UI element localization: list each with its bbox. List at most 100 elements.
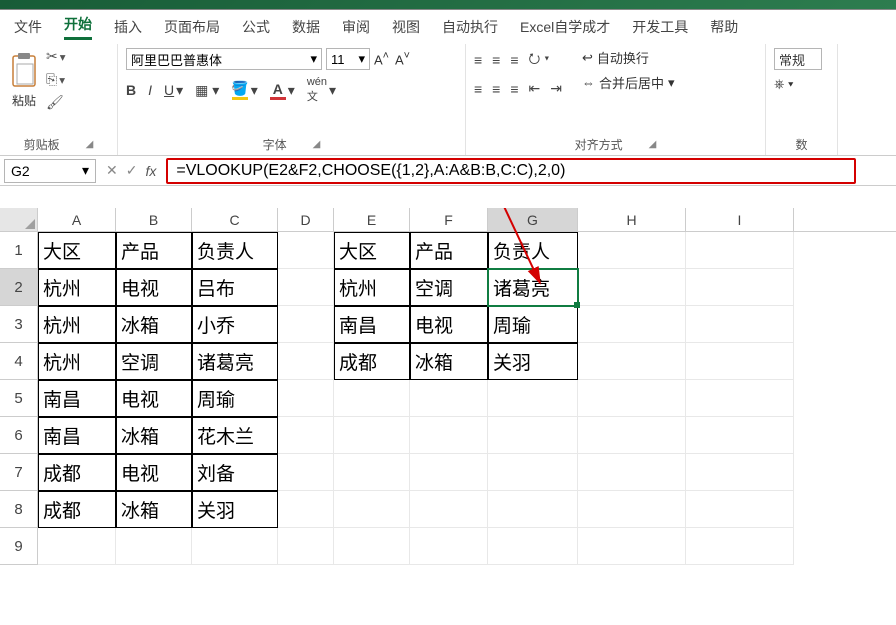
tab-file[interactable]: 文件: [14, 17, 42, 37]
cell[interactable]: 电视: [410, 306, 488, 343]
tab-dev[interactable]: 开发工具: [632, 17, 688, 37]
row-header[interactable]: 7: [0, 454, 38, 491]
cell[interactable]: 负责人: [488, 232, 578, 269]
wrap-text-button[interactable]: ↩自动换行: [582, 48, 675, 67]
cell[interactable]: 大区: [38, 232, 116, 269]
align-left-button[interactable]: ≡: [474, 80, 482, 97]
tab-insert[interactable]: 插入: [114, 17, 142, 37]
format-painter-button[interactable]: 🖌: [46, 94, 66, 111]
active-cell[interactable]: 诸葛亮: [488, 269, 578, 306]
cell[interactable]: 南昌: [38, 380, 116, 417]
currency-button[interactable]: ⎈ ▾: [774, 76, 793, 92]
cell[interactable]: [488, 454, 578, 491]
row-header[interactable]: 5: [0, 380, 38, 417]
cut-button[interactable]: ✂ ▾: [46, 48, 66, 65]
cell[interactable]: [686, 306, 794, 343]
cell[interactable]: [686, 343, 794, 380]
cell[interactable]: 小乔: [192, 306, 278, 343]
cell[interactable]: 关羽: [488, 343, 578, 380]
col-header[interactable]: I: [686, 208, 794, 231]
cell[interactable]: [278, 528, 334, 565]
tab-auto[interactable]: 自动执行: [442, 17, 498, 37]
cell[interactable]: 南昌: [38, 417, 116, 454]
cell[interactable]: 成都: [334, 343, 410, 380]
cell[interactable]: 冰箱: [116, 491, 192, 528]
border-button[interactable]: ▦ ▾: [195, 82, 219, 99]
col-header[interactable]: A: [38, 208, 116, 231]
clipboard-launcher-icon[interactable]: ◢: [86, 139, 94, 150]
tab-data[interactable]: 数据: [292, 17, 320, 37]
cell[interactable]: 杭州: [334, 269, 410, 306]
font-color-button[interactable]: A ▾: [270, 81, 295, 100]
cell[interactable]: 空调: [410, 269, 488, 306]
cell[interactable]: 刘备: [192, 454, 278, 491]
cell[interactable]: [410, 454, 488, 491]
cell[interactable]: [410, 491, 488, 528]
cell[interactable]: 杭州: [38, 306, 116, 343]
tab-formulas[interactable]: 公式: [242, 17, 270, 37]
cell[interactable]: 诸葛亮: [192, 343, 278, 380]
fx-icon[interactable]: fx: [145, 163, 156, 179]
col-header[interactable]: E: [334, 208, 410, 231]
cell[interactable]: 负责人: [192, 232, 278, 269]
cell[interactable]: [278, 454, 334, 491]
cell[interactable]: 成都: [38, 454, 116, 491]
align-center-button[interactable]: ≡: [492, 80, 500, 97]
cell[interactable]: [334, 417, 410, 454]
cell[interactable]: 产品: [410, 232, 488, 269]
cell[interactable]: 关羽: [192, 491, 278, 528]
col-header[interactable]: G: [488, 208, 578, 231]
cell[interactable]: 大区: [334, 232, 410, 269]
row-header[interactable]: 8: [0, 491, 38, 528]
row-header[interactable]: 1: [0, 232, 38, 269]
cell[interactable]: [686, 269, 794, 306]
formula-input[interactable]: =VLOOKUP(E2&F2,CHOOSE({1,2},A:A&B:B,C:C)…: [166, 158, 856, 184]
tab-layout[interactable]: 页面布局: [164, 17, 220, 37]
col-header[interactable]: B: [116, 208, 192, 231]
row-header[interactable]: 9: [0, 528, 38, 565]
copy-button[interactable]: ⎘ ▾: [46, 71, 66, 88]
accept-formula-button[interactable]: ✓: [126, 162, 138, 179]
cell[interactable]: [192, 528, 278, 565]
worksheet-grid[interactable]: A B C D E F G H I 1 大区 产品 负责人 大区 产品 负责人 …: [0, 208, 896, 565]
cell[interactable]: [488, 491, 578, 528]
cell[interactable]: 电视: [116, 269, 192, 306]
cell[interactable]: 冰箱: [116, 417, 192, 454]
tab-custom[interactable]: Excel自学成才: [520, 17, 610, 37]
cell[interactable]: [38, 528, 116, 565]
tab-help[interactable]: 帮助: [710, 17, 738, 37]
underline-button[interactable]: U ▾: [164, 82, 183, 99]
cell[interactable]: [278, 491, 334, 528]
tab-review[interactable]: 审阅: [342, 17, 370, 37]
align-middle-button[interactable]: ≡: [492, 48, 500, 72]
cell[interactable]: [686, 232, 794, 269]
cell[interactable]: [578, 232, 686, 269]
grow-font-button[interactable]: A˄: [374, 50, 389, 67]
cell[interactable]: 杭州: [38, 343, 116, 380]
cell[interactable]: [578, 454, 686, 491]
fill-color-button[interactable]: 🪣 ▾: [231, 80, 257, 100]
italic-button[interactable]: I: [148, 82, 152, 98]
row-header[interactable]: 6: [0, 417, 38, 454]
cell[interactable]: [278, 343, 334, 380]
paste-button[interactable]: 粘贴: [8, 51, 40, 109]
align-bottom-button[interactable]: ≡: [510, 48, 518, 72]
indent-decrease-button[interactable]: ⇤: [529, 80, 541, 97]
cell[interactable]: [410, 380, 488, 417]
merge-center-button[interactable]: ⇔合并后居中 ▾: [582, 73, 675, 92]
cell[interactable]: [578, 269, 686, 306]
select-all-corner[interactable]: [0, 208, 38, 231]
phonetic-button[interactable]: wén文 ▾: [307, 76, 336, 104]
cell[interactable]: [686, 380, 794, 417]
align-launcher-icon[interactable]: ◢: [649, 139, 657, 150]
cell[interactable]: [334, 454, 410, 491]
cell[interactable]: [334, 491, 410, 528]
cell[interactable]: [488, 417, 578, 454]
cell[interactable]: 周瑜: [192, 380, 278, 417]
tab-home[interactable]: 开始: [64, 14, 92, 40]
cell[interactable]: [278, 380, 334, 417]
cell[interactable]: 南昌: [334, 306, 410, 343]
cell[interactable]: 冰箱: [410, 343, 488, 380]
cell[interactable]: [578, 306, 686, 343]
font-name-select[interactable]: 阿里巴巴普惠体▾: [126, 48, 322, 70]
